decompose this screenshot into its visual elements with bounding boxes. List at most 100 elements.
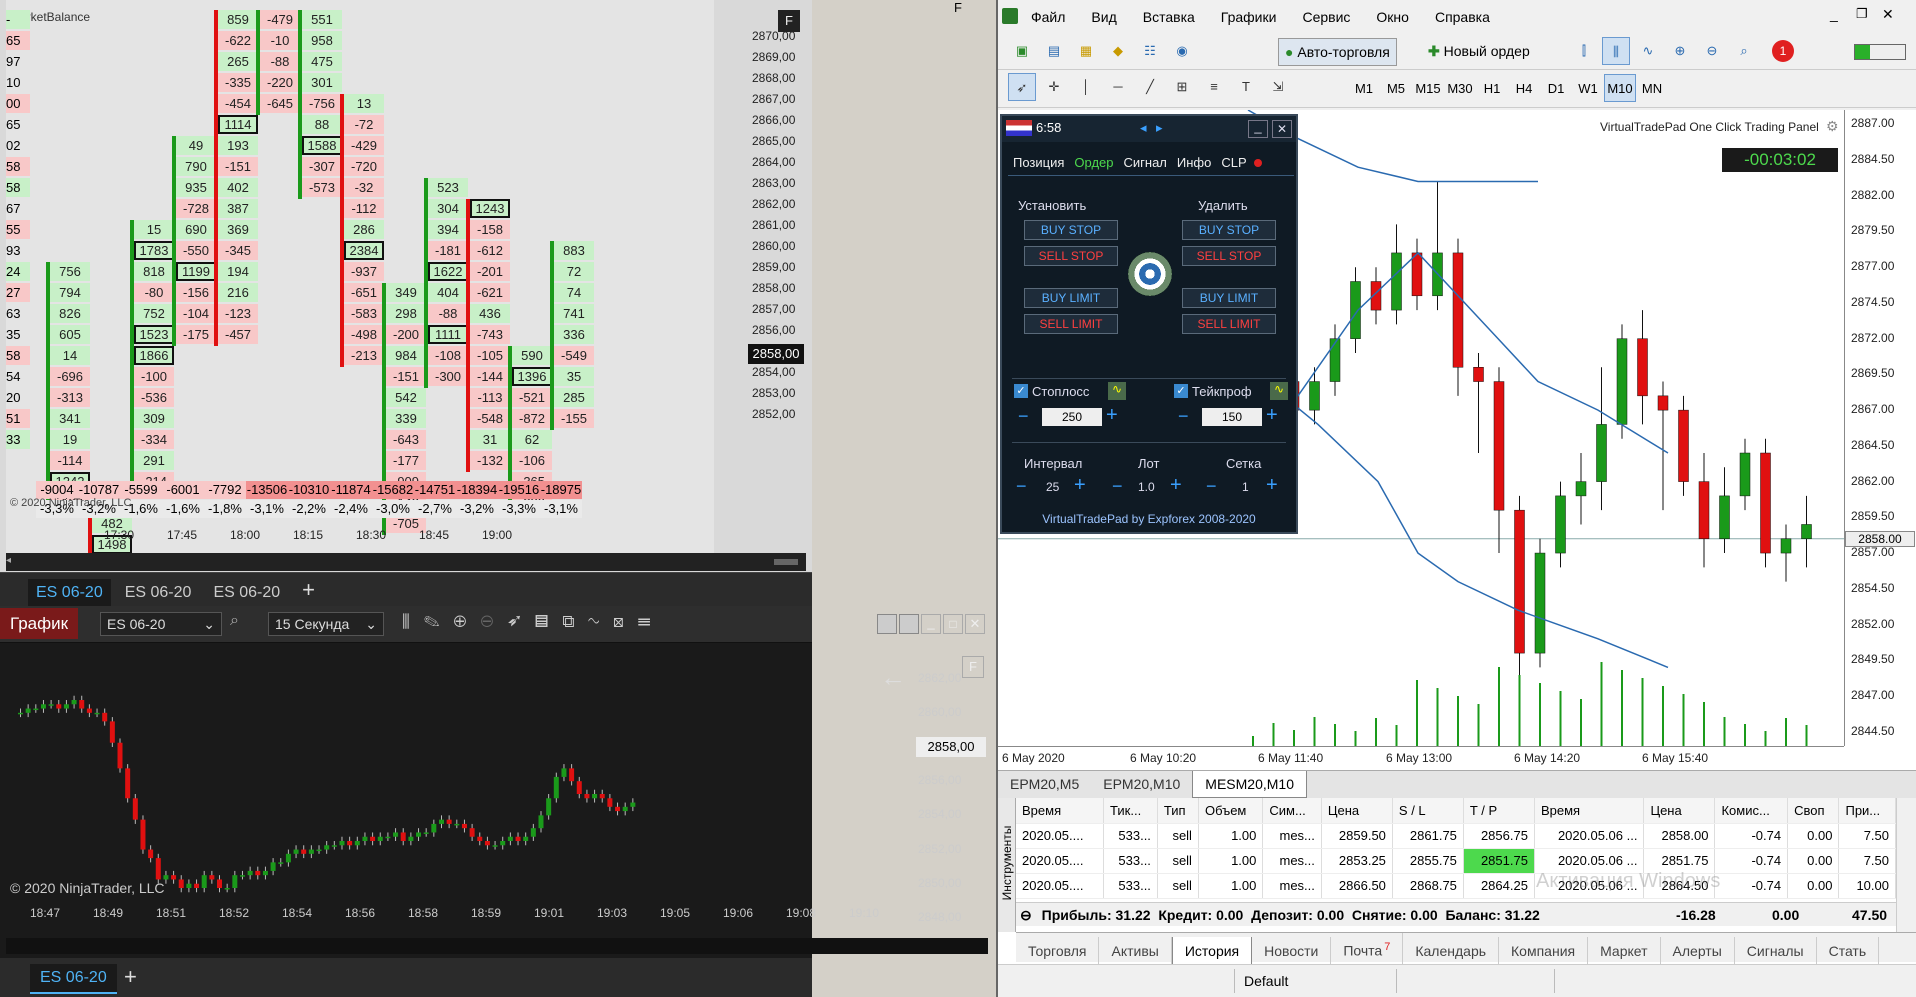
bar-chart-icon[interactable]: ⫿ — [1570, 37, 1598, 65]
interval-select[interactable]: 15 Секунда ⌄ — [268, 612, 384, 636]
table-row[interactable]: 2020.05.... 533... sell 1.00 mes... 2859.50 28… — [1016, 823, 1896, 849]
bars-icon[interactable]: ⫼ — [402, 612, 424, 631]
grid-minus-button[interactable]: − — [1206, 476, 1217, 497]
tester-icon[interactable]: ◉ — [1168, 37, 1196, 65]
stoploss-plus-button[interactable]: + — [1106, 404, 1118, 427]
set-sell-stop-button[interactable]: SELL STOP — [1024, 246, 1118, 266]
ninja-footprint-panel[interactable]: MarketBalance -65 97 10 00 65 02 58 58 67 55 93 24 2… — [0, 0, 962, 572]
pointer-icon[interactable]: ➶ — [508, 612, 535, 631]
back-arrow-icon[interactable]: ← — [880, 662, 906, 693]
interval-plus-button[interactable]: + — [1074, 474, 1086, 497]
maximize-icon[interactable]: □ — [943, 614, 963, 634]
close-icon[interactable]: ✕ — [1272, 120, 1292, 138]
interval-value[interactable]: 25 — [1046, 480, 1059, 494]
search-icon[interactable]: ⌕ — [230, 612, 239, 630]
terminal-icon[interactable]: ☷ — [1136, 37, 1164, 65]
tab-es-1[interactable]: ES 06-20 — [117, 579, 200, 607]
candle-chart-icon[interactable]: ⫼ — [1602, 37, 1630, 65]
next-arrow-icon[interactable]: ▸ — [1156, 120, 1163, 136]
instrument-select[interactable]: ES 06-20 ⌄ — [100, 612, 222, 636]
terminal-tab-2[interactable]: История — [1171, 936, 1253, 966]
vertical-scrollbar[interactable] — [1896, 798, 1916, 932]
takeprofit-checkbox[interactable]: ✓ — [1174, 384, 1188, 398]
menu-item-5[interactable]: Окно — [1363, 0, 1422, 34]
lot-minus-button[interactable]: − — [1112, 476, 1123, 497]
app-icon[interactable] — [1002, 8, 1018, 24]
stoploss-mode-icon[interactable]: ∿ — [1108, 382, 1126, 400]
chart-tab-2[interactable]: MESM20,M10 — [1192, 771, 1307, 798]
text-icon[interactable]: T — [1232, 73, 1260, 101]
terminal-tab-7[interactable]: Маркет — [1588, 936, 1661, 965]
strategy-icon[interactable]: ⊠ — [613, 612, 638, 631]
menu-icon[interactable]: ☰ — [638, 612, 665, 631]
vtp-tab-0[interactable]: Позиция — [1008, 152, 1069, 174]
tile-icon[interactable] — [899, 614, 919, 634]
terminal-tab-10[interactable]: Стать — [1817, 936, 1880, 965]
indicator-icon[interactable]: ∿ — [588, 612, 612, 631]
new-chart-icon[interactable]: ▣ — [1008, 37, 1036, 65]
tab-es-2[interactable]: ES 06-20 — [205, 579, 288, 607]
terminal-tab-0[interactable]: Торговля — [1016, 936, 1100, 965]
zoom-out-icon[interactable]: ⊖ — [480, 612, 507, 631]
grid-value[interactable]: 1 — [1242, 480, 1249, 494]
timeframe-H4[interactable]: H4 — [1508, 75, 1540, 103]
terminal-tab-9[interactable]: Сигналы — [1735, 936, 1817, 965]
horizontal-scrollbar[interactable] — [6, 938, 988, 954]
terminal-tab-6[interactable]: Компания — [1499, 936, 1589, 965]
column-header[interactable]: Цена — [1321, 798, 1393, 824]
vtp-tab-1[interactable]: Ордер — [1069, 152, 1118, 174]
stoploss-input[interactable]: 250 — [1042, 408, 1102, 426]
footprint-chart-area[interactable]: MarketBalance -65 97 10 00 65 02 58 58 67 55 93 24 2… — [6, 0, 806, 553]
delete-sell-limit-button[interactable]: SELL LIMIT — [1182, 314, 1276, 334]
restore-icon[interactable] — [877, 614, 897, 634]
column-header[interactable]: Цена — [1643, 798, 1716, 824]
autotrade-button[interactable]: ● Авто-торговля — [1278, 38, 1397, 66]
menu-item-6[interactable]: Справка — [1422, 0, 1503, 34]
add-tab-button[interactable]: + — [124, 964, 137, 990]
timeframe-M10[interactable]: M10 — [1604, 74, 1636, 102]
lot-value[interactable]: 1.0 — [1138, 480, 1155, 494]
minimize-icon[interactable]: _ — [1248, 120, 1268, 138]
search-icon[interactable]: ⌕ — [1730, 37, 1758, 65]
minimize-icon[interactable]: _ — [1830, 6, 1838, 22]
column-header[interactable]: Комис... — [1714, 798, 1789, 824]
takeprofit-plus-button[interactable]: + — [1266, 404, 1278, 427]
lot-plus-button[interactable]: + — [1170, 474, 1182, 497]
minimize-icon[interactable]: _ — [921, 614, 941, 634]
takeprofit-mode-icon[interactable]: ∿ — [1270, 382, 1288, 400]
timeframe-D1[interactable]: D1 — [1540, 75, 1572, 103]
menu-item-4[interactable]: Сервис — [1289, 0, 1363, 34]
interval-minus-button[interactable]: − — [1016, 476, 1027, 497]
set-buy-limit-button[interactable]: BUY LIMIT — [1024, 288, 1118, 308]
trendline-icon[interactable]: ╱ — [1136, 73, 1164, 101]
prev-arrow-icon[interactable]: ◂ — [1140, 120, 1147, 136]
chart-settings-icon[interactable]: ⚙ — [1826, 118, 1839, 135]
grid-plus-button[interactable]: + — [1266, 474, 1278, 497]
table-row[interactable]: 2020.05.... 533... sell 1.00 mes... 2853.25 28… — [1016, 848, 1896, 874]
column-header[interactable]: При... — [1838, 798, 1896, 824]
close-icon[interactable]: ✕ — [1882, 6, 1894, 23]
line-chart-icon[interactable]: ∿ — [1634, 37, 1662, 65]
takeprofit-minus-button[interactable]: − — [1178, 406, 1189, 427]
set-buy-stop-button[interactable]: BUY STOP — [1024, 220, 1118, 240]
column-header[interactable]: Тип — [1157, 798, 1199, 824]
vtp-tab-2[interactable]: Сигнал — [1119, 152, 1172, 174]
alerts-badge[interactable]: 1 — [1772, 40, 1794, 62]
timeframe-W1[interactable]: W1 — [1572, 75, 1604, 103]
timeframe-MN[interactable]: MN — [1636, 75, 1668, 103]
chart-tab-1[interactable]: EPM20,M10 — [1091, 771, 1192, 797]
new-order-button[interactable]: ✚ Новый ордер — [1422, 38, 1536, 66]
template-icon[interactable]: ⧉ — [562, 612, 588, 631]
f-button[interactable]: F — [778, 10, 800, 32]
column-header[interactable]: Время — [1016, 798, 1105, 824]
target-icon[interactable] — [1128, 252, 1172, 296]
profiles-icon[interactable]: ▤ — [1040, 37, 1068, 65]
timeframe-M15[interactable]: M15 — [1412, 75, 1444, 103]
vertical-line-icon[interactable]: │ — [1072, 73, 1100, 101]
timeframe-M1[interactable]: M1 — [1348, 75, 1380, 103]
zoom-in-icon[interactable]: ⊕ — [1666, 37, 1694, 65]
properties-icon[interactable]: ▤ — [535, 612, 563, 631]
add-tab-button[interactable]: + — [294, 577, 323, 603]
horizontal-line-icon[interactable]: ─ — [1104, 73, 1132, 101]
stoploss-checkbox[interactable]: ✓ — [1014, 384, 1028, 398]
